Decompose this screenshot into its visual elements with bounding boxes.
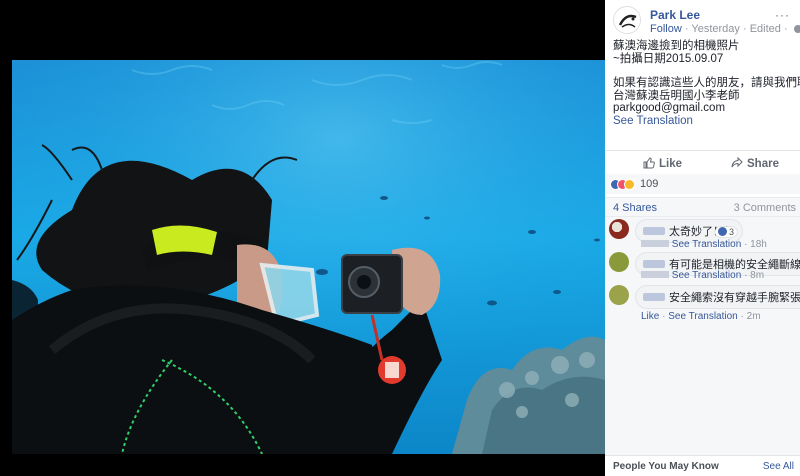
wow-reaction-icon	[624, 179, 635, 190]
comment-like-link[interactable]: Like	[641, 311, 659, 322]
post-line: 台灣蘇澳岳明國小李老師	[613, 89, 740, 102]
shares-link[interactable]: 4 Shares	[613, 202, 657, 214]
see-all-link[interactable]: See All	[763, 461, 794, 472]
like-label: Like	[659, 158, 683, 170]
author-logo-icon	[615, 8, 640, 33]
follow-link[interactable]: Follow	[650, 23, 682, 35]
share-button[interactable]: Share	[731, 156, 779, 170]
people-you-may-know: People You May Know See All	[605, 455, 800, 476]
blurred-action	[641, 240, 669, 247]
comment-text: 安全繩索沒有穿越手腕緊張就會落	[669, 292, 800, 304]
post-line: ~拍攝日期2015.09.07	[613, 52, 724, 65]
comment-time[interactable]: 2m	[747, 311, 761, 322]
globe-icon[interactable]	[793, 25, 800, 33]
post-line: 蘇澳海邊撿到的相機照片	[613, 40, 740, 52]
blurred-action	[641, 271, 669, 278]
comment-meta: See Translation · 8m	[641, 270, 764, 281]
see-translation-link[interactable]: See Translation	[672, 270, 742, 281]
edited-label[interactable]: Edited	[750, 23, 781, 35]
photo-viewer	[0, 0, 605, 476]
comment-bubble: 安全繩索沒有穿越手腕緊張就會落	[635, 285, 800, 309]
meta-separator: ·	[684, 23, 689, 35]
more-options-icon[interactable]: ···	[775, 8, 790, 22]
commenter-name-blurred[interactable]	[643, 293, 665, 301]
post-side-panel: Park Lee Follow · Yesterday · Edited · ·…	[605, 0, 800, 476]
share-label: Share	[747, 158, 779, 170]
share-arrow-icon	[731, 156, 743, 168]
author-name[interactable]: Park Lee	[650, 8, 700, 22]
pymk-title: People You May Know	[613, 461, 719, 472]
comment-meta: Like · See Translation · 2m	[641, 311, 761, 322]
commenter-avatar[interactable]	[609, 219, 629, 239]
commenter-avatar[interactable]	[609, 252, 629, 272]
post-line: parkgood@gmail.com	[613, 102, 726, 114]
see-translation-link[interactable]: See Translation	[613, 115, 793, 128]
see-translation-link[interactable]: See Translation	[672, 239, 742, 250]
post-actions: Like Share	[605, 150, 800, 172]
post-meta: Follow · Yesterday · Edited ·	[650, 23, 800, 35]
thumbs-up-icon	[643, 157, 655, 169]
meta-separator: ·	[742, 23, 747, 35]
comment-like-count: 3	[729, 227, 735, 237]
see-translation-link[interactable]: See Translation	[668, 311, 738, 322]
meta-separator: ·	[783, 23, 788, 35]
comment-meta: See Translation · 18h	[641, 239, 767, 250]
commenter-name-blurred[interactable]	[643, 227, 665, 235]
like-button[interactable]: Like	[643, 157, 682, 170]
post-time[interactable]: Yesterday	[691, 23, 740, 35]
reactions-summary[interactable]: 109	[605, 174, 800, 194]
author-avatar[interactable]	[613, 6, 641, 34]
diver-photo[interactable]	[12, 60, 605, 454]
comment-like-badge[interactable]: 3	[715, 227, 738, 237]
comment-time[interactable]: 18h	[750, 239, 767, 250]
comment-list: 太奇妙了！！ 3 See Translation · 18h 有可能是相機的安全…	[605, 217, 800, 457]
commenter-avatar[interactable]	[609, 285, 629, 305]
post-text: 蘇澳海邊撿到的相機照片 ~拍攝日期2015.09.07 如果有認識這些人的朋友，…	[613, 40, 800, 128]
comment-count[interactable]: 3 Comments	[734, 202, 796, 214]
post-header: Park Lee Follow · Yesterday · Edited · ·…	[613, 6, 800, 35]
post-line: 如果有認識這些人的朋友，請與我們聯絡!	[613, 77, 800, 89]
like-reaction-icon	[718, 227, 727, 236]
post-line	[613, 65, 793, 77]
commenter-name-blurred[interactable]	[643, 260, 665, 268]
reaction-count[interactable]: 109	[640, 178, 658, 190]
post-stats: 4 Shares 3 Comments	[605, 197, 800, 217]
comment-time[interactable]: 8m	[750, 270, 764, 281]
